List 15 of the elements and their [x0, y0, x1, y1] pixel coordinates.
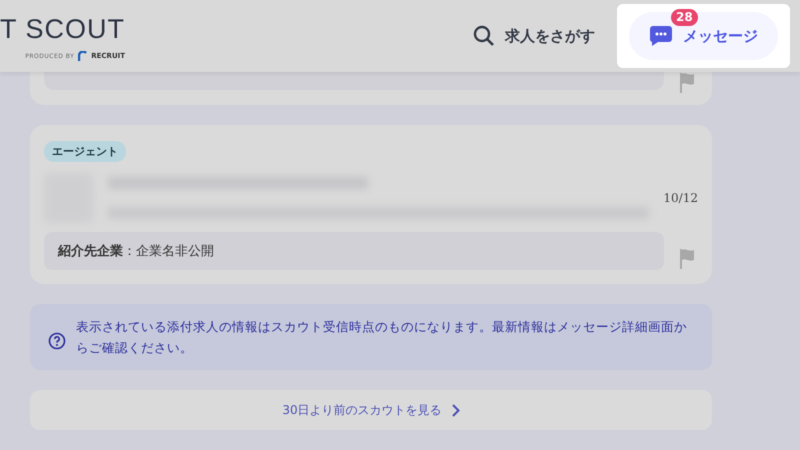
help-icon: [48, 332, 66, 350]
arc-logo-icon: [78, 51, 88, 61]
chat-bubble-icon: [649, 25, 673, 47]
search-icon: [473, 25, 495, 47]
agent-tag: エージェント: [44, 141, 126, 162]
date-text: 10/12: [663, 191, 698, 205]
search-link[interactable]: 求人をさがす: [473, 25, 595, 47]
notice-text: 表示されている添付求人の情報はスカウト受信時点のものになります。最新情報はメッセージ詳細画面からご確認ください。: [76, 318, 688, 357]
count-badge: 28: [671, 9, 698, 26]
company-info: 紹介先企業：企業名非公開: [44, 232, 664, 270]
logo-text: T SCOUT: [0, 15, 126, 43]
older-scouts-link[interactable]: 30日より前のスカウトを見る: [30, 390, 712, 430]
chevron-right-icon: [452, 404, 460, 416]
scout-card[interactable]: エージェント 10/12 紹介先企業：企業名非公開: [30, 125, 712, 284]
messages-button[interactable]: メッセージ 28: [629, 12, 778, 60]
